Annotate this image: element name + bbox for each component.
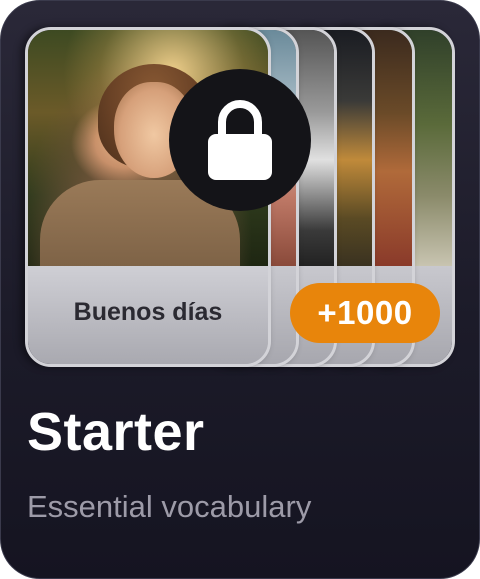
pack-subtitle: Essential vocabulary: [27, 489, 312, 524]
lock-overlay: [169, 69, 311, 211]
pack-title: Starter: [27, 402, 205, 462]
starter-pack-card[interactable]: Buenos días +1000 Starter Essential voca…: [0, 0, 480, 579]
front-card-caption-band: Buenos días: [28, 266, 268, 364]
lock-icon: [208, 100, 272, 180]
extra-count-badge: +1000: [290, 283, 440, 343]
front-card-caption: Buenos días: [73, 297, 223, 326]
vocabulary-card-stack: Buenos días +1000: [1, 1, 479, 381]
